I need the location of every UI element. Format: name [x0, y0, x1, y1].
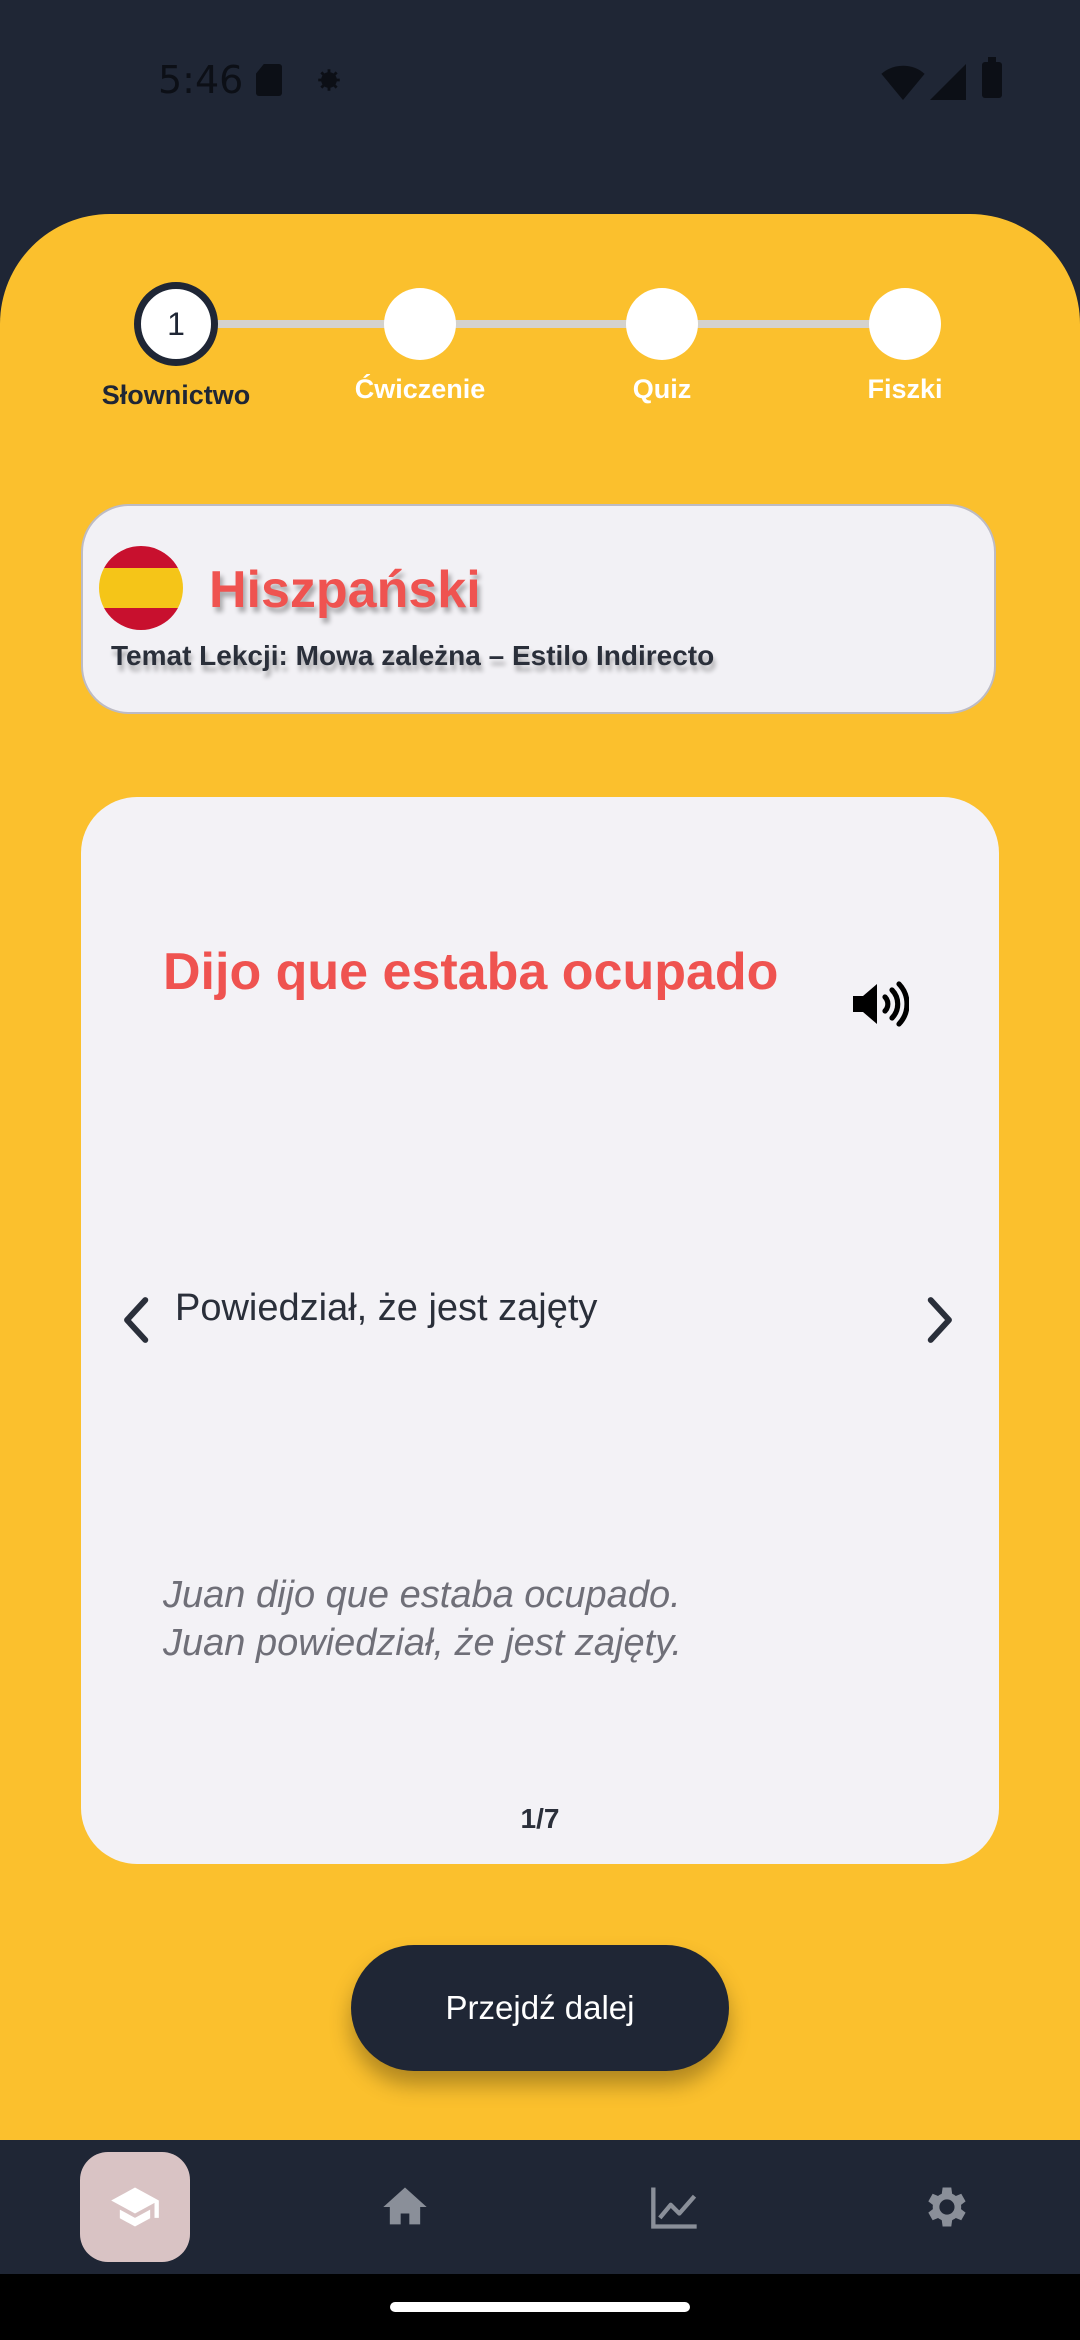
gear-icon: [928, 2187, 966, 2227]
step-label: Quiz: [632, 374, 692, 404]
home-indicator[interactable]: [390, 2302, 690, 2312]
step-circle-active: 1: [134, 282, 218, 366]
lesson-topic: Temat Lekcji: Mowa zależna – Estilo Indi…: [111, 640, 715, 671]
language-title: Hiszpański: [209, 561, 481, 619]
bottom-navigation: [0, 2140, 1080, 2274]
vocabulary-card: Dijo que estaba ocupado Powiedział, że j…: [81, 797, 999, 1864]
nav-home[interactable]: [350, 2152, 460, 2262]
nav-learn[interactable]: [80, 2152, 190, 2262]
stepper-line: [176, 320, 906, 328]
step-vocabulary[interactable]: 1 Słownictwo: [76, 280, 276, 411]
step-label: Ćwiczenie: [354, 374, 486, 404]
example-sentence: Juan dijo que estaba ocupado. Juan powie…: [163, 1571, 682, 1667]
status-bar: 5:46: [0, 0, 1080, 170]
example-spanish: Juan dijo que estaba ocupado.: [163, 1574, 681, 1616]
wifi-icon: [881, 65, 925, 100]
step-flashcards[interactable]: Fiszki: [805, 280, 1005, 405]
word-translation: Powiedział, że jest zajęty: [175, 1287, 598, 1329]
step-quiz[interactable]: Quiz: [562, 280, 762, 405]
nav-progress[interactable]: [620, 2152, 730, 2262]
chart-line-icon: [651, 2187, 697, 2229]
spain-flag-icon: [99, 546, 183, 630]
nav-settings[interactable]: [890, 2152, 1000, 2262]
example-polish: Juan powiedział, że jest zajęty.: [163, 1622, 682, 1664]
step-circle: [384, 288, 456, 360]
step-label: Fiszki: [867, 374, 943, 404]
settings-status-icon: [318, 69, 340, 91]
step-label: Słownictwo: [101, 380, 251, 410]
step-circle: [626, 288, 698, 360]
language-card: Hiszpański Temat Lekcji: Mowa zależna – …: [81, 504, 996, 714]
vocabulary-word: Dijo que estaba ocupado: [163, 943, 779, 1001]
step-circle: [869, 288, 941, 360]
speaker-icon[interactable]: [853, 979, 909, 1029]
battery-icon: [982, 57, 1002, 98]
step-exercise[interactable]: Ćwiczenie: [320, 280, 520, 405]
signal-icon: [930, 64, 966, 100]
graduation-cap-icon: [111, 2187, 159, 2227]
card-counter: 1/7: [520, 1803, 560, 1834]
next-arrow-icon[interactable]: [919, 1295, 959, 1345]
lesson-stepper: 1 Słownictwo Ćwiczenie Quiz Fiszki: [0, 280, 1080, 430]
continue-button[interactable]: Przejdź dalej: [351, 1945, 729, 2071]
previous-arrow-icon[interactable]: [117, 1295, 157, 1345]
status-time: 5:46: [158, 58, 244, 102]
home-icon: [383, 2187, 427, 2225]
sd-card-icon: [256, 64, 282, 96]
